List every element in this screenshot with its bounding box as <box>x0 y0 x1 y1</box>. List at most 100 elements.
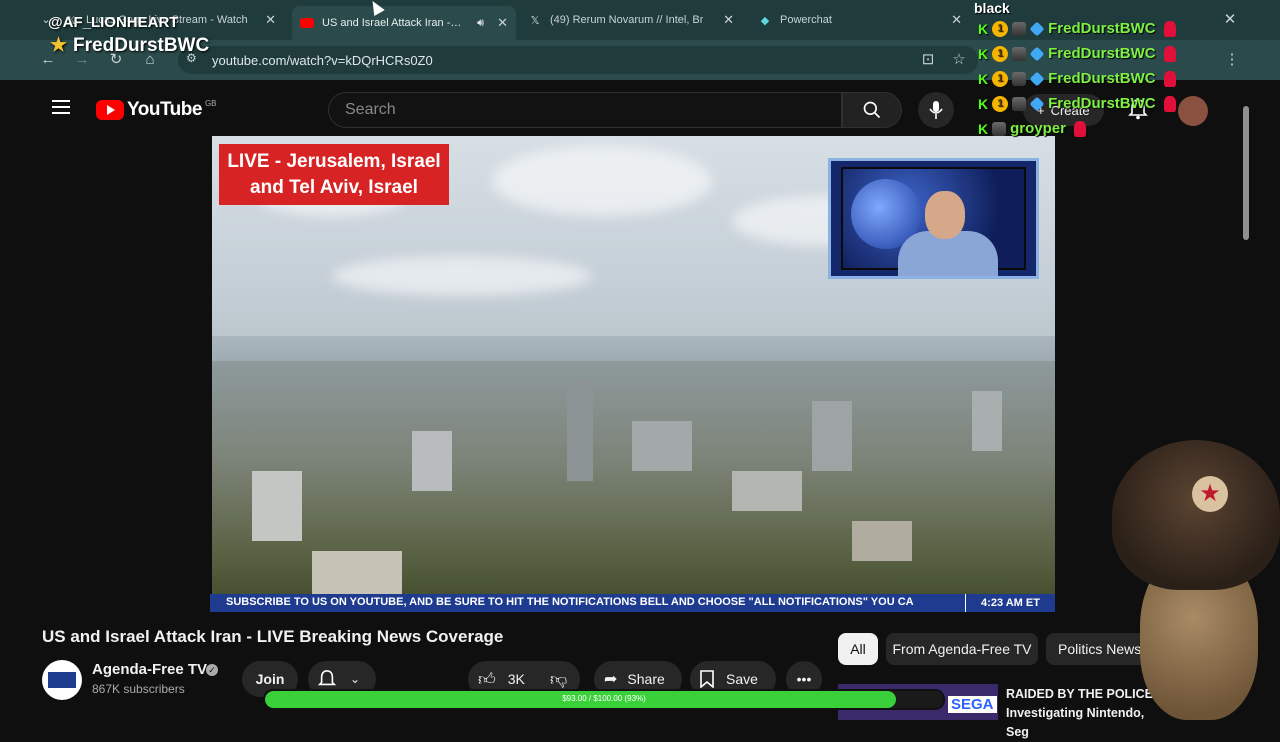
chat-username: FredDurstBWC <box>1048 45 1156 62</box>
chat-username: FredDurstBWC <box>1048 70 1156 87</box>
video-title: US and Israel Attack Iran - LIVE Breakin… <box>42 627 504 646</box>
chat-username: groyper <box>1010 120 1066 137</box>
chat-username: FredDurstBWC <box>1048 20 1156 37</box>
kick-icon: K <box>978 70 989 87</box>
bell-icon <box>318 670 336 686</box>
join-label: Join <box>255 671 285 687</box>
save-label: Save <box>726 671 758 687</box>
chat-label: black <box>974 0 1010 16</box>
logo-text: YouTube <box>127 99 202 120</box>
red-star-icon: ★ <box>1192 476 1228 512</box>
red-badge-icon <box>1073 120 1086 137</box>
red-badge-icon <box>1163 20 1176 37</box>
like-count: 3K <box>507 671 525 687</box>
news-ticker: SUBSCRIBE TO US ON YOUTUBE, AND BE SURE … <box>210 594 1055 612</box>
channel-avatar[interactable] <box>42 660 82 700</box>
country-code: GB <box>204 98 217 108</box>
thumbs-up-icon: 👍︎ <box>478 669 496 689</box>
avatar-badge-icon <box>1012 71 1027 86</box>
close-icon[interactable]: ✕ <box>265 12 276 28</box>
avatar-badge-icon <box>1012 96 1027 111</box>
subscriber-count: 867K subscribers <box>92 682 185 696</box>
chat-line: K groyper <box>978 120 1086 137</box>
gem-icon <box>1029 21 1045 36</box>
share-icon: ➦ <box>604 671 618 688</box>
bookmark-icon <box>700 670 714 688</box>
voice-search-button[interactable] <box>918 92 954 128</box>
coin-icon: 1 <box>992 45 1009 62</box>
fur-hat <box>1112 440 1280 590</box>
coin-icon: 1 <box>992 20 1009 37</box>
gem-icon <box>1029 46 1045 61</box>
speaker-icon[interactable]: 🔊︎ <box>477 17 484 30</box>
tab-2[interactable]: US and Israel Attack Iran - LIVE 🔊︎ ✕ <box>292 6 516 40</box>
chat-line: K1 FredDurstBWC <box>978 20 1176 37</box>
avatar-badge-icon <box>1012 21 1027 36</box>
chip-from-channel[interactable]: From Agenda-Free TV <box>886 633 1038 665</box>
chat-username: FredDurstBWC <box>1048 95 1156 112</box>
video-player[interactable]: LIVE - Jerusalem, Israel and Tel Aviv, I… <box>212 136 1055 611</box>
share-label: Share <box>627 671 665 687</box>
powerchat-icon: ◆ <box>760 14 770 27</box>
red-badge-icon <box>1163 45 1176 62</box>
chip-label: From Agenda-Free TV <box>892 641 1032 657</box>
chip-all[interactable]: All <box>838 633 878 665</box>
search-box <box>328 92 842 128</box>
channel-name[interactable]: Agenda-Free TV <box>92 661 207 678</box>
chevron-down-icon: ⌄ <box>350 672 361 686</box>
scrollbar-thumb[interactable] <box>1243 106 1249 240</box>
mascot-overlay: ★ <box>1112 440 1280 720</box>
tab-4[interactable]: ◆ Powerchat ✕ <box>750 6 970 34</box>
live-location-badge: LIVE - Jerusalem, Israel and Tel Aviv, I… <box>219 144 449 205</box>
kick-icon: K <box>978 95 989 112</box>
close-icon[interactable]: ✕ <box>723 12 734 28</box>
close-icon[interactable]: ✕ <box>951 12 962 28</box>
ticker-text: SUBSCRIBE TO US ON YOUTUBE, AND BE SURE … <box>226 596 914 608</box>
ticker-time: 4:23 AM ET <box>965 594 1055 612</box>
overlay-username-text: FredDurstBWC <box>73 34 210 56</box>
tab-3[interactable]: 𝕏 (49) Rerum Novarum // Intel, Br ✕ <box>520 6 742 34</box>
tab-title: Powerchat <box>780 14 832 26</box>
youtube-icon <box>300 16 314 30</box>
youtube-logo[interactable]: YouTube GB <box>96 99 217 121</box>
anchor-head <box>925 191 965 239</box>
window-close-icon[interactable]: ✕ <box>1220 10 1240 30</box>
avatar-badge-icon <box>992 121 1007 136</box>
x-icon: 𝕏 <box>530 14 540 27</box>
chat-line: K1 FredDurstBWC <box>978 70 1176 87</box>
url-text: youtube.com/watch?v=kDQrHCRs0Z0 <box>212 53 433 68</box>
address-bar[interactable]: ⚙︎ youtube.com/watch?v=kDQrHCRs0Z0 <box>178 46 978 74</box>
close-icon[interactable]: ✕ <box>497 15 508 31</box>
install-app-icon[interactable]: ⊡ <box>918 50 938 70</box>
more-icon: ••• <box>796 671 812 687</box>
kick-icon: K <box>978 20 989 37</box>
chat-line: K1 FredDurstBWC <box>978 45 1176 62</box>
overlay-username: ★ FredDurstBWC <box>50 34 209 57</box>
avatar-badge-icon <box>1012 46 1027 61</box>
tab-title: (49) Rerum Novarum // Intel, Br <box>550 14 704 26</box>
youtube-play-icon <box>96 100 124 120</box>
microphone-icon <box>929 101 943 119</box>
chat-line: K1 FredDurstBWC <box>978 95 1176 112</box>
thumbnail-text: SEGA <box>948 696 997 713</box>
coin-icon: 1 <box>992 95 1009 112</box>
red-badge-icon <box>1163 70 1176 87</box>
video-city <box>212 361 1055 611</box>
tab-title: US and Israel Attack Iran - LIVE <box>322 17 462 29</box>
menu-icon[interactable] <box>52 100 70 114</box>
thumbs-down-icon: 👎︎ <box>550 669 568 689</box>
verified-icon: ✓ <box>206 664 218 676</box>
kick-icon: K <box>978 120 989 137</box>
account-avatar[interactable] <box>1178 96 1208 126</box>
gem-icon <box>1029 71 1045 86</box>
search-input[interactable] <box>329 93 841 127</box>
red-badge-icon <box>1163 95 1176 112</box>
gem-icon <box>1029 96 1045 111</box>
progress-label: $93.00 / $100.00 (93%) <box>562 694 646 703</box>
coin-icon: 1 <box>992 70 1009 87</box>
bookmark-star-icon[interactable]: ☆ <box>949 50 969 70</box>
browser-menu-icon[interactable]: ⋮ <box>1222 50 1242 70</box>
search-button[interactable] <box>842 92 902 128</box>
overlay-handle: @AF_LIONHEART <box>48 14 179 31</box>
anchor-inset <box>828 158 1039 279</box>
